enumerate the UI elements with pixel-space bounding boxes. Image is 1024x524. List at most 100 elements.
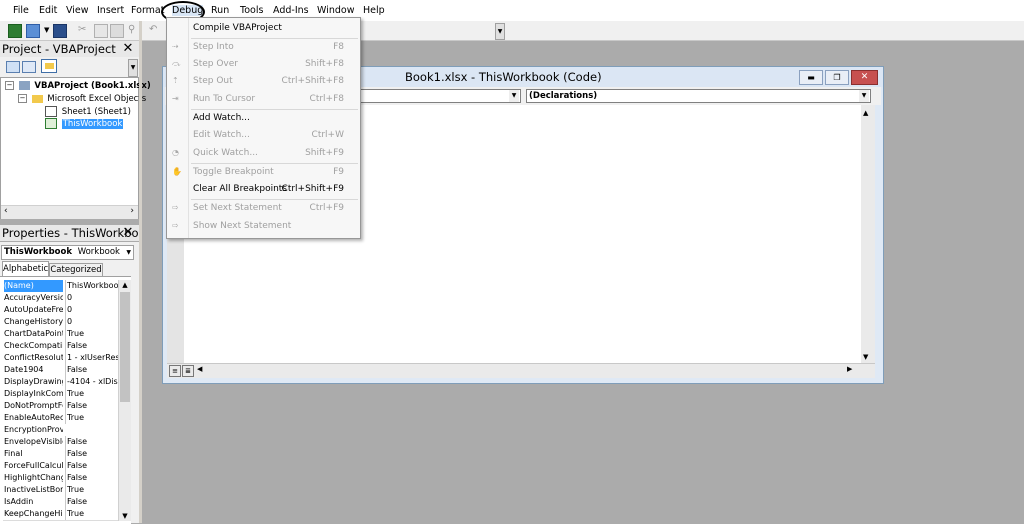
menu-window[interactable]: Window [317,5,354,16]
procedure-combo[interactable]: (Declarations) ▼ [526,89,871,103]
toolbar-overflow-icon[interactable]: ▼ [495,23,505,40]
menu-edit-watch[interactable]: Edit Watch... [193,130,250,140]
property-value[interactable]: True [65,388,119,400]
property-value[interactable]: False [65,448,119,460]
property-value[interactable]: -4104 - xlDisplayShapes [65,376,119,388]
cut-icon[interactable]: ✂ [78,24,90,36]
property-value[interactable]: False [65,496,119,508]
chevron-up-icon[interactable]: ▲ [863,109,868,117]
menu-compile-vbaproject[interactable]: Compile VBAProject [193,23,282,33]
restore-icon[interactable]: ❐ [825,70,849,85]
property-value[interactable]: 0 [65,292,119,304]
minimize-icon[interactable]: ▬ [799,70,823,85]
property-value[interactable]: False [65,400,119,412]
property-value[interactable]: ThisWorkbook [65,280,119,292]
chevron-left-icon[interactable]: ◀ [197,365,202,373]
tab-alphabetic[interactable]: Alphabetic [2,261,49,277]
paste-icon[interactable] [110,24,124,38]
vba-project-icon [18,81,30,90]
property-value[interactable]: 0 [65,304,119,316]
menu-clear-all-breakpoints[interactable]: Clear All Breakpoints [193,184,287,194]
property-value[interactable]: 1 - xlUserResolution [65,352,119,364]
property-row[interactable]: KeepChangeHistoryTrue [3,508,118,521]
menu-format[interactable]: Format [131,5,164,16]
menu-help[interactable]: Help [363,5,385,16]
panel-splitter[interactable] [139,21,142,523]
tree-node-excel-objects[interactable]: − Microsoft Excel Objects [18,94,146,104]
tree-node-sheet1[interactable]: Sheet1 (Sheet1) [45,106,131,117]
menu-show-next-statement[interactable]: Show Next Statement [193,221,291,231]
menu-file[interactable]: File [13,5,29,16]
menu-step-out[interactable]: Step Out [193,76,233,86]
project-hscrollbar[interactable]: ‹ › [1,205,138,219]
save-icon[interactable] [53,24,67,38]
menu-step-out-shortcut: Ctrl+Shift+F8 [281,76,344,86]
collapse-icon[interactable]: − [18,94,27,103]
chevron-right-icon[interactable]: › [130,206,134,216]
undo-icon[interactable]: ↶ [149,24,161,36]
view-code-icon[interactable] [6,61,20,73]
menu-tools[interactable]: Tools [240,5,263,16]
code-vscrollbar[interactable]: ▲ ▼ [861,105,875,363]
menu-add-watch[interactable]: Add Watch... [193,113,250,123]
chevron-right-icon[interactable]: ▶ [847,365,852,373]
debug-menu: Compile VBAProject ⇢ Step Into F8 ⤼ Step… [166,17,361,239]
chevron-down-icon[interactable]: ▼ [863,353,868,361]
step-over-icon: ⤼ [172,59,181,68]
tree-node-label: Sheet1 (Sheet1) [61,107,132,117]
close-icon[interactable]: ✕ [851,70,878,85]
property-value[interactable]: False [65,364,119,376]
chevron-down-icon[interactable]: ▼ [126,246,131,259]
property-value[interactable]: True [65,412,119,424]
chevron-down-icon[interactable]: ▼ [44,24,50,36]
insert-module-icon[interactable] [26,24,40,38]
menu-quick-watch[interactable]: Quick Watch... [193,148,258,158]
project-tree: − VBAProject (Book1.xlsx) − Microsoft Ex… [0,77,151,219]
toggle-folders-icon[interactable] [41,59,57,73]
tree-node-vbaproject[interactable]: − VBAProject (Book1.xlsx) [5,81,151,91]
property-value[interactable]: False [65,340,119,352]
property-value[interactable]: False [65,460,119,472]
chevron-down-icon[interactable]: ▼ [120,511,130,521]
object-selector[interactable]: ThisWorkbook Workbook ▼ [1,245,134,260]
property-value[interactable]: False [65,436,119,448]
property-grid-scrollbar[interactable]: ▲ ▼ [118,280,131,521]
menu-toggle-breakpoint[interactable]: Toggle Breakpoint [193,167,274,177]
view-excel-icon[interactable] [8,24,22,38]
menu-step-into[interactable]: Step Into [193,42,234,52]
close-icon[interactable]: ✕ [122,226,134,239]
procedure-view-icon[interactable]: ≡ [169,365,181,377]
menu-run-to-cursor[interactable]: Run To Cursor [193,94,255,104]
property-value[interactable]: True [65,508,119,520]
chevron-down-icon[interactable]: ▼ [128,59,138,77]
menu-icon-gutter [188,18,189,238]
menu-edit[interactable]: Edit [39,5,57,16]
property-value[interactable]: True [65,484,119,496]
property-name: DoNotPromptForConvert [4,401,63,410]
menu-separator [191,199,358,200]
chevron-left-icon[interactable]: ‹ [4,206,8,216]
copy-icon[interactable] [94,24,108,38]
tree-node-thisworkbook[interactable]: ThisWorkbook [45,118,124,129]
collapse-icon[interactable]: − [5,81,14,90]
full-module-view-icon[interactable]: ≣ [182,365,194,377]
step-into-icon: ⇢ [172,42,179,51]
view-object-icon[interactable] [22,61,36,73]
scroll-thumb[interactable] [120,292,130,402]
chevron-up-icon[interactable]: ▲ [120,280,130,290]
menu-set-next-statement[interactable]: Set Next Statement [193,203,282,213]
chevron-down-icon[interactable]: ▼ [509,90,519,102]
menu-insert[interactable]: Insert [97,5,124,16]
menu-step-over[interactable]: Step Over [193,59,238,69]
menu-run[interactable]: Run [211,5,229,16]
property-name: KeepChangeHistory [4,509,63,518]
menu-separator [191,38,358,39]
close-icon[interactable]: ✕ [122,42,134,55]
menu-run-to-cursor-shortcut: Ctrl+F8 [309,94,344,104]
menu-view[interactable]: View [66,5,89,16]
property-value[interactable]: False [65,472,119,484]
property-value[interactable]: 0 [65,316,119,328]
chevron-down-icon[interactable]: ▼ [859,90,869,102]
property-value[interactable]: True [65,328,119,340]
menu-add-ins[interactable]: Add-Ins [273,5,309,16]
